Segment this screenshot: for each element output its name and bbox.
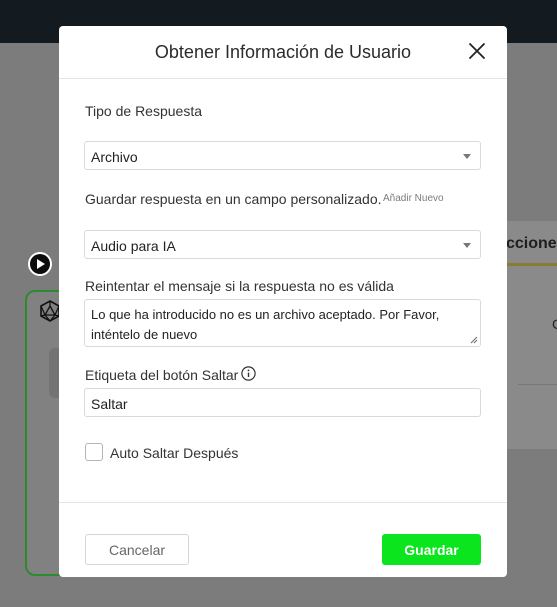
skip-button-value: Saltar [91, 396, 128, 412]
actions-tab-label[interactable]: cciones [506, 235, 557, 253]
add-new-link[interactable]: Añadir Nuevo [383, 193, 444, 204]
play-icon [30, 254, 50, 274]
retry-message-text: Lo que ha introducido no es un archivo a… [91, 307, 440, 342]
save-button[interactable]: Guardar [382, 534, 481, 565]
chevron-down-icon [463, 243, 471, 248]
modal-footer-divider [59, 502, 507, 503]
custom-field-label: Guardar respuesta en un campo personaliz… [85, 191, 382, 207]
retry-message-textarea[interactable]: Lo que ha introducido no es un archivo a… [84, 299, 481, 347]
auto-skip-checkbox[interactable] [85, 443, 103, 461]
custom-field-value: Audio para IA [91, 238, 176, 254]
get-user-info-modal: Obtener Información de Usuario Tipo de R… [59, 26, 507, 577]
auto-skip-label: Auto Saltar Después [110, 445, 239, 461]
retry-message-label: Reintentar el mensaje si la respuesta no… [85, 278, 394, 294]
actions-tab-underline [500, 263, 557, 266]
actions-side-panel: cciones C [500, 221, 557, 449]
d20-icon [40, 300, 60, 322]
skip-button-label: Etiqueta del botón Saltar [85, 367, 239, 383]
response-type-label: Tipo de Respuesta [85, 103, 202, 119]
panel-divider [518, 384, 557, 385]
response-type-select[interactable]: Archivo [84, 141, 481, 170]
panel-letter: C [552, 316, 557, 332]
close-icon[interactable] [467, 41, 487, 61]
response-type-value: Archivo [91, 149, 138, 165]
resize-grip-icon[interactable] [470, 336, 478, 344]
cancel-button[interactable]: Cancelar [85, 534, 189, 565]
start-play-button[interactable] [28, 252, 52, 276]
chevron-down-icon [463, 154, 471, 159]
custom-field-select[interactable]: Audio para IA [84, 230, 481, 259]
modal-title: Obtener Información de Usuario [154, 42, 412, 62]
modal-header: Obtener Información de Usuario [59, 26, 507, 79]
skip-button-input[interactable]: Saltar [84, 388, 481, 417]
info-icon[interactable] [241, 366, 256, 381]
